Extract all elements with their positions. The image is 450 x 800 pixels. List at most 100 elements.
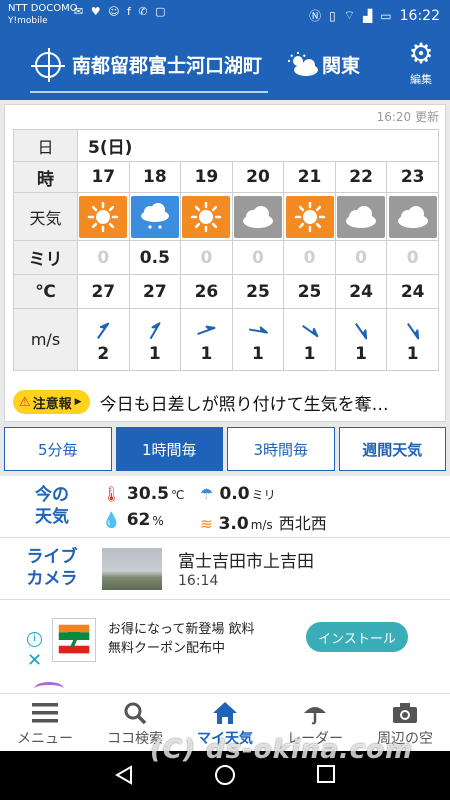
current-wind-unit: m/s [250,518,273,532]
forecast-card: 16:20 更新 日 5(日) 時 17 18 19 20 21 22 23 天気 ミリ 0… [4,104,446,422]
rain-cell: 0 [334,240,388,275]
wind-speed-value: 1 [303,343,316,364]
weather-cell [77,192,130,241]
search-icon [123,700,147,726]
temp-row: ℃ 27 27 26 25 25 24 24 [13,274,439,309]
rain-cell: 0 [180,240,233,275]
nav-menu[interactable]: メニュー [0,694,90,751]
rain-row: ミリ 0 0.5 0 0 0 0 0 [13,240,439,275]
weather-warning[interactable]: ⚠ 注意報 ▶ 今日も日差しが照り付けて生気を奪… [13,387,439,417]
status-time: 16:22 [399,7,440,24]
ad-info-icon[interactable]: i [27,632,42,647]
row-label-temp: ℃ [13,274,78,309]
current-temp-unit: ℃ [171,488,185,502]
status-right: Ⓝ ▯ ⌔ ▟ ▭ 16:22 [309,7,440,24]
row-label-day: 日 [13,129,78,162]
current-humidity-value: 62 [126,510,151,530]
cloud-icon [242,205,273,228]
tab-3hour[interactable]: 3時間毎 [227,427,335,471]
wind-speed-value: 1 [200,343,213,364]
region-name[interactable]: 関東 [322,51,360,78]
ad-text-line1: お得になって新登場 飲料 [108,622,255,637]
hamburger-icon [32,700,58,726]
weather-cell [231,192,285,241]
wind-direction-arrow-icon [197,325,216,335]
hourly-forecast-table: 日 5(日) 時 17 18 19 20 21 22 23 天気 ミリ 0 0.5 0 0 0 0 0 … [13,129,439,371]
hour-cell: 17 [77,161,130,193]
wind-icon: ≋ [200,515,213,533]
battery-icon: ▭ [380,8,392,23]
sunny-weather-box [182,195,231,238]
current-rain-value: 0.0 [219,484,250,504]
ad-banner[interactable]: i ✕ 7 お得になって新登場 飲料 無料クーポン配布中 インストール [0,600,450,680]
ad-close-icon[interactable]: ✕ [27,650,42,671]
weather-cell [180,192,233,241]
thermometer-icon: 🌡 [102,485,122,503]
current-temp: 🌡 30.5 ℃ [102,484,184,504]
wind-direction-arrow-icon [406,322,419,339]
wind-cell: 1 [128,308,182,371]
live-camera-section[interactable]: ライブ カメラ 富士吉田市上吉田 16:14 [0,538,450,600]
watermark: (C) ds-okina.com [150,735,414,765]
weather-cell [283,192,336,241]
rain-cloud-icon: ☂ [200,485,214,503]
current-wind-direction: 西北西 [278,514,327,533]
camera-thumbnail[interactable] [102,548,162,590]
tab-weekly[interactable]: 週間天気 [338,427,446,471]
hour-cell: 22 [334,161,388,193]
nfc-icon: Ⓝ [309,9,322,23]
current-wind: ≋ 3.0 m/s 西北西 [200,510,327,534]
current-weather-section[interactable]: 今の 天気 🌡 30.5 ℃ ☂ 0.0 ミリ 💧 62 % ≋ 3.0 m/s… [0,476,450,538]
rain-cell: 0 [283,240,336,275]
tab-1hour[interactable]: 1時間毎 [115,427,223,471]
wind-row: m/s 2 1 1 1 1 1 1 [13,308,439,371]
app-header: 南都留郡富士河口湖町 関東 ⚙ 編集 [0,32,450,100]
recent-apps-icon[interactable] [317,765,335,783]
current-weather-label: 今の 天気 [22,484,82,528]
wind-cell: 2 [77,308,130,371]
temp-cell: 25 [231,274,285,309]
humidity-drop-icon: 💧 [102,511,121,529]
camera-place[interactable]: 富士吉田市上吉田 [178,547,314,572]
hour-cell: 18 [128,161,182,193]
hour-cell: 23 [386,161,439,193]
current-wind-value: 3.0 [218,514,249,534]
cloudy-weather-box [388,195,437,238]
install-button[interactable]: インストール [306,622,408,652]
carrier-name-2: Y!mobile [8,16,48,26]
temp-cell: 27 [77,274,130,309]
sun-icon [294,201,325,232]
wind-direction-arrow-icon [355,322,368,339]
location-underline [30,91,268,93]
cloud-icon [397,205,428,228]
current-temp-value: 30.5 [127,484,169,504]
wind-speed-value: 1 [252,343,264,364]
back-icon[interactable] [114,765,134,785]
wind-cell: 1 [231,308,285,371]
vibrate-icon: ▯ [329,8,336,23]
wind-direction-arrow-icon [149,321,161,339]
wifi-icon: ⌔ [343,8,356,22]
current-rain-unit: ミリ [251,488,276,502]
live-camera-label: ライブ カメラ [22,546,82,590]
warning-badge[interactable]: ⚠ 注意報 ▶ [13,390,90,414]
home-circle-icon[interactable] [215,765,235,785]
sun-cloud-icon [288,52,318,76]
wind-direction-arrow-icon [248,325,268,334]
settings-label: 編集 [410,73,432,86]
sun-icon [88,201,119,232]
temp-cell: 24 [386,274,439,309]
warning-text[interactable]: 今日も日差しが照り付けて生気を奪… [100,390,389,415]
settings-button[interactable]: ⚙ 編集 [402,38,440,87]
location-target-icon[interactable] [31,48,65,82]
rain-icon [140,202,169,229]
temp-cell: 26 [180,274,233,309]
temp-cell: 27 [128,274,182,309]
sunny-weather-box [285,195,334,238]
gear-icon: ⚙ [408,37,434,70]
location-name[interactable]: 南都留郡富士河口湖町 [72,51,262,78]
weather-cell [128,192,182,241]
sunny-weather-box [79,195,128,238]
sun-icon [191,201,222,232]
tab-5min[interactable]: 5分毎 [4,427,112,471]
